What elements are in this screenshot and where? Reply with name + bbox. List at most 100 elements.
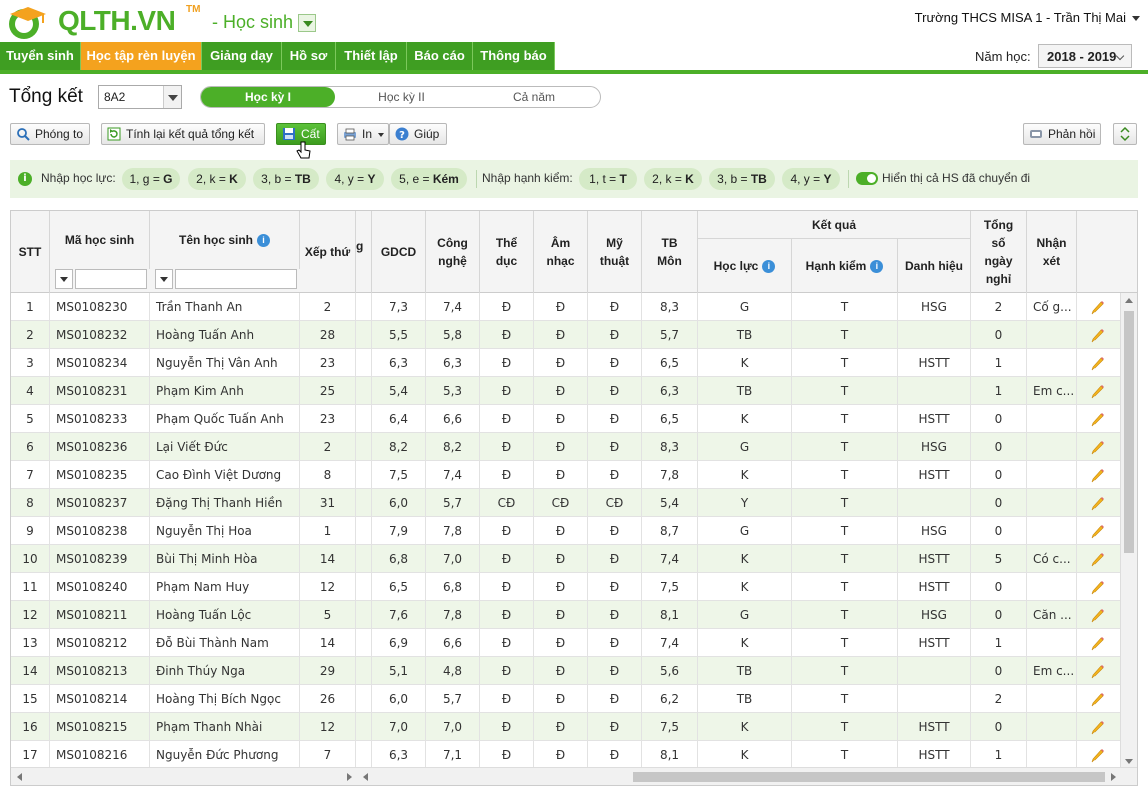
cell-nhan-xet[interactable] (1027, 461, 1077, 489)
cell-danh-hieu[interactable] (898, 685, 971, 713)
filter-operator-ma[interactable] (55, 269, 73, 289)
cell-hanh-kiem[interactable]: T (792, 293, 898, 321)
table-row[interactable]: 16 MS0108215 Phạm Thanh Nhài 12 7,0 7,0 Đ Đ Đ 7,5… (11, 713, 1121, 741)
tab-tuyen-sinh[interactable]: Tuyển sinh (0, 42, 81, 70)
edit-pencil-icon[interactable] (1091, 495, 1105, 511)
table-row[interactable]: 8 MS0108237 Đặng Thị Thanh Hiền 31 6,0 5,7 CĐ C… (11, 489, 1121, 517)
table-row[interactable]: 2 MS0108232 Hoàng Tuấn Anh 28 5,5 5,8 Đ Đ Đ 5,7 TB… (11, 321, 1121, 349)
help-button[interactable]: ? Giúp (389, 123, 447, 145)
cell-nhan-xet[interactable] (1027, 433, 1077, 461)
cell-danh-hieu[interactable]: HSTT (898, 349, 971, 377)
cell-hoc-luc[interactable]: K (698, 629, 792, 657)
cell-danh-hieu[interactable]: HSTT (898, 713, 971, 741)
table-row[interactable]: 4 MS0108231 Phạm Kim Anh 25 5,4 5,3 Đ Đ Đ 6,3 TB T 1… (11, 377, 1121, 405)
cell-tong-so-ngay-nghi[interactable]: 0 (971, 433, 1027, 461)
term-hoc-ky-2[interactable]: Học kỳ II (335, 87, 468, 107)
cell-tong-so-ngay-nghi[interactable]: 0 (971, 405, 1027, 433)
cell-nhan-xet[interactable] (1027, 685, 1077, 713)
table-row[interactable]: 11 MS0108240 Phạm Nam Huy 12 6,5 6,8 Đ Đ Đ 7,5 K T H… (11, 573, 1121, 601)
cell-hanh-kiem[interactable]: T (792, 713, 898, 741)
cell-hoc-luc[interactable]: G (698, 293, 792, 321)
tab-hoc-tap-ren-luyen[interactable]: Học tập rèn luyện (81, 42, 202, 70)
cell-hanh-kiem[interactable]: T (792, 433, 898, 461)
edit-pencil-icon[interactable] (1091, 747, 1105, 763)
cell-nhan-xet[interactable] (1027, 713, 1077, 741)
edit-pencil-icon[interactable] (1091, 467, 1105, 483)
edit-pencil-icon[interactable] (1091, 327, 1105, 343)
tab-giang-day[interactable]: Giảng dạy (202, 42, 282, 70)
edit-pencil-icon[interactable] (1091, 607, 1105, 623)
cell-tong-so-ngay-nghi[interactable]: 1 (971, 377, 1027, 405)
cell-danh-hieu[interactable]: HSTT (898, 741, 971, 769)
cell-hoc-luc[interactable]: G (698, 601, 792, 629)
edit-pencil-icon[interactable] (1091, 523, 1105, 539)
horizontal-scroll-thumb[interactable] (633, 772, 1105, 782)
cell-nhan-xet[interactable]: Căn ... (1027, 601, 1077, 629)
cell-nhan-xet[interactable] (1027, 573, 1077, 601)
cell-nhan-xet[interactable]: Em c... (1027, 657, 1077, 685)
edit-pencil-icon[interactable] (1091, 635, 1105, 651)
vertical-scroll-thumb[interactable] (1124, 311, 1134, 553)
cell-tong-so-ngay-nghi[interactable]: 1 (971, 349, 1027, 377)
zoom-button[interactable]: Phóng to (10, 123, 90, 145)
cell-nhan-xet[interactable] (1027, 489, 1077, 517)
cell-hanh-kiem[interactable]: T (792, 601, 898, 629)
cell-tong-so-ngay-nghi[interactable]: 1 (971, 741, 1027, 769)
year-select[interactable]: 2018 - 2019 (1038, 44, 1132, 68)
role-dropdown-button[interactable] (298, 14, 316, 32)
cell-tong-so-ngay-nghi[interactable]: 0 (971, 461, 1027, 489)
scroll-down-icon[interactable] (1125, 759, 1133, 764)
cell-hoc-luc[interactable]: TB (698, 321, 792, 349)
cell-danh-hieu[interactable]: HSTT (898, 405, 971, 433)
cell-tong-so-ngay-nghi[interactable]: 1 (971, 629, 1027, 657)
collapse-toggle-button[interactable] (1113, 123, 1137, 145)
table-row[interactable]: 17 MS0108216 Nguyễn Đức Phương 7 6,3 7,1 Đ Đ Đ 8,… (11, 741, 1121, 769)
tab-thiet-lap[interactable]: Thiết lập (336, 42, 407, 70)
cell-tong-so-ngay-nghi[interactable]: 0 (971, 713, 1027, 741)
cell-hanh-kiem[interactable]: T (792, 349, 898, 377)
table-row[interactable]: 6 MS0108236 Lại Viết Đức 2 8,2 8,2 Đ Đ Đ 8,3 G T HSG… (11, 433, 1121, 461)
cell-nhan-xet[interactable] (1027, 405, 1077, 433)
cell-hoc-luc[interactable]: G (698, 517, 792, 545)
cell-hanh-kiem[interactable]: T (792, 657, 898, 685)
cell-tong-so-ngay-nghi[interactable]: 0 (971, 601, 1027, 629)
cell-danh-hieu[interactable] (898, 321, 971, 349)
cell-hanh-kiem[interactable]: T (792, 741, 898, 769)
filter-ten-hoc-sinh-input[interactable] (175, 269, 297, 289)
cell-nhan-xet[interactable]: Có c... (1027, 545, 1077, 573)
cell-nhan-xet[interactable] (1027, 321, 1077, 349)
scroll-up-icon[interactable] (1125, 298, 1133, 303)
table-row[interactable]: 3 MS0108234 Nguyễn Thị Vân Anh 23 6,3 6,3 Đ Đ Đ 6… (11, 349, 1121, 377)
table-row[interactable]: 7 MS0108235 Cao Đình Việt Dương 8 7,5 7,4 Đ Đ Đ 7… (11, 461, 1121, 489)
filter-ma-hoc-sinh-input[interactable] (75, 269, 147, 289)
cell-hanh-kiem[interactable]: T (792, 377, 898, 405)
edit-pencil-icon[interactable] (1091, 663, 1105, 679)
cell-nhan-xet[interactable] (1027, 629, 1077, 657)
cell-danh-hieu[interactable]: HSTT (898, 545, 971, 573)
cell-hanh-kiem[interactable]: T (792, 545, 898, 573)
cell-hoc-luc[interactable]: K (698, 573, 792, 601)
horizontal-scrollbar[interactable] (11, 767, 1137, 785)
cell-nhan-xet[interactable] (1027, 349, 1077, 377)
recalc-button[interactable]: Tính lại kết quả tổng kết (101, 123, 265, 145)
scroll-left-icon[interactable] (17, 773, 22, 781)
cell-tong-so-ngay-nghi[interactable]: 0 (971, 489, 1027, 517)
scroll-right-icon[interactable] (347, 773, 352, 781)
cell-nhan-xet[interactable] (1027, 741, 1077, 769)
table-row[interactable]: 10 MS0108239 Bùi Thị Minh Hòa 14 6,8 7,0 Đ Đ Đ 7,… (11, 545, 1121, 573)
cell-hoc-luc[interactable]: TB (698, 685, 792, 713)
chevron-down-icon[interactable] (1132, 16, 1140, 21)
cell-hanh-kiem[interactable]: T (792, 405, 898, 433)
edit-pencil-icon[interactable] (1091, 411, 1105, 427)
feedback-button[interactable]: Phản hồi (1023, 123, 1101, 145)
table-row[interactable]: 14 MS0108213 Đinh Thúy Nga 29 5,1 4,8 Đ Đ Đ 5,6 TB… (11, 657, 1121, 685)
scroll-right-icon[interactable] (1111, 773, 1116, 781)
cell-danh-hieu[interactable]: HSG (898, 601, 971, 629)
filter-operator-ten[interactable] (155, 269, 173, 289)
cell-hoc-luc[interactable]: K (698, 349, 792, 377)
term-hoc-ky-1[interactable]: Học kỳ I (201, 87, 335, 107)
vertical-scrollbar[interactable] (1120, 293, 1137, 769)
cell-hoc-luc[interactable]: TB (698, 657, 792, 685)
tab-bao-cao[interactable]: Báo cáo (407, 42, 473, 70)
show-transferred-toggle[interactable] (856, 172, 878, 185)
